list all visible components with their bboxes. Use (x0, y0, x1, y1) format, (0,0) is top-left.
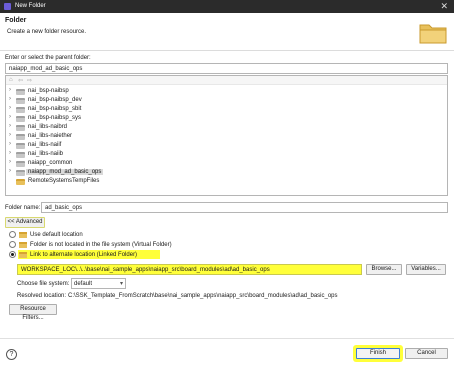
forward-arrow-icon[interactable]: ⇨ (27, 77, 32, 84)
chevron-right-icon[interactable]: › (9, 105, 14, 111)
use-default-location-label: Use default location (30, 232, 83, 238)
page-description: Create a new folder resource. (7, 29, 87, 35)
back-arrow-icon[interactable]: ⇦ (18, 77, 23, 84)
parent-folder-label: Enter or select the parent folder: (5, 55, 91, 61)
folder-name-input[interactable]: ad_basic_ops (41, 202, 448, 213)
chevron-right-icon[interactable]: › (9, 114, 14, 120)
window-title: New Folder (15, 3, 46, 9)
finish-button[interactable]: Finish (356, 348, 400, 359)
chevron-right-icon[interactable]: › (9, 168, 14, 174)
window-titlebar: New Folder ✕ (0, 0, 454, 13)
resource-filters-button[interactable]: Resource Filters... (9, 304, 57, 321)
folder-tree[interactable]: ⌂ ⇦ ⇨ › nai_bsp-naibsp › nai_bsp-naibsp_… (5, 75, 448, 196)
use-default-location-radio[interactable] (9, 231, 16, 238)
folder-name-label: Folder name: (5, 205, 41, 211)
file-system-value: default (74, 281, 93, 287)
folder-icon (16, 152, 25, 158)
linked-folder-label: Link to alternate location (Linked Folde… (30, 252, 138, 258)
help-icon[interactable]: ? (6, 349, 17, 360)
folder-icon (16, 116, 25, 122)
chevron-right-icon[interactable]: › (9, 150, 14, 156)
home-icon[interactable]: ⌂ (9, 77, 13, 83)
tree-item-label: nai_bsp-naibsp_dev (28, 97, 82, 103)
link-location-input[interactable]: WORKSPACE_LOC\..\..\base\nai_sample_apps… (17, 264, 362, 275)
folder-banner-icon (419, 24, 447, 44)
tree-item-label: nai_libs-naiif (28, 142, 62, 148)
close-icon[interactable]: ✕ (440, 1, 448, 11)
chevron-right-icon[interactable]: › (9, 87, 14, 93)
virtual-folder-label: Folder is not located in the file system… (30, 242, 172, 248)
folder-icon (16, 98, 25, 104)
page-title: Folder (5, 17, 27, 24)
linked-folder-radio[interactable] (9, 251, 16, 258)
chevron-right-icon[interactable]: › (9, 159, 14, 165)
virtual-folder-radio[interactable] (9, 241, 16, 248)
tree-item-label: nai_bsp-naibsp_sbit (28, 106, 82, 112)
folder-icon (19, 232, 27, 238)
resolved-location-value: C:\SSK_Template_FromScratch\base\nai_sam… (68, 293, 338, 299)
chevron-right-icon[interactable]: › (9, 96, 14, 102)
file-system-label: Choose file system: (17, 281, 70, 287)
tree-item-label: nai_libs-naibrd (28, 124, 68, 130)
parent-folder-input[interactable]: naiapp_mod_ad_basic_ops (5, 63, 448, 74)
tree-item-label: RemoteSystemsTempFiles (28, 178, 100, 184)
chevron-right-icon[interactable]: › (9, 132, 14, 138)
cancel-button[interactable]: Cancel (405, 348, 448, 359)
resolved-location-label: Resolved location: (17, 293, 67, 299)
footer-divider (0, 338, 454, 339)
chevron-right-icon[interactable]: › (9, 123, 14, 129)
tree-item-label: naiapp_mod_ad_basic_ops (26, 169, 104, 175)
advanced-button[interactable]: << Advanced (5, 217, 45, 228)
file-system-select[interactable]: default ▾ (71, 278, 126, 289)
tree-item-label: nai_bsp-naibsp_sys (28, 115, 82, 121)
tree-item-label: nai_bsp-naibsp (28, 88, 69, 94)
folder-icon (16, 89, 25, 95)
browse-button[interactable]: Browse... (366, 264, 402, 275)
folder-icon (16, 134, 25, 140)
app-icon (4, 3, 11, 10)
chevron-right-icon[interactable]: › (9, 141, 14, 147)
tree-item-label: nai_libs-naiib (28, 151, 64, 157)
folder-icon (16, 170, 25, 176)
folder-icon (16, 143, 25, 149)
wizard-header: Folder Create a new folder resource. (0, 13, 454, 51)
tree-item-label: naiapp_common (28, 160, 73, 166)
folder-icon (19, 242, 27, 248)
folder-icon (16, 179, 25, 185)
folder-icon (16, 125, 25, 131)
tree-item-label: nai_libs-naiether (28, 133, 73, 139)
folder-icon (16, 107, 25, 113)
tree-toolbar: ⌂ ⇦ ⇨ (6, 76, 447, 85)
chevron-down-icon: ▾ (119, 281, 123, 287)
variables-button[interactable]: Variables... (406, 264, 446, 275)
folder-icon (19, 252, 27, 258)
folder-icon (16, 161, 25, 167)
